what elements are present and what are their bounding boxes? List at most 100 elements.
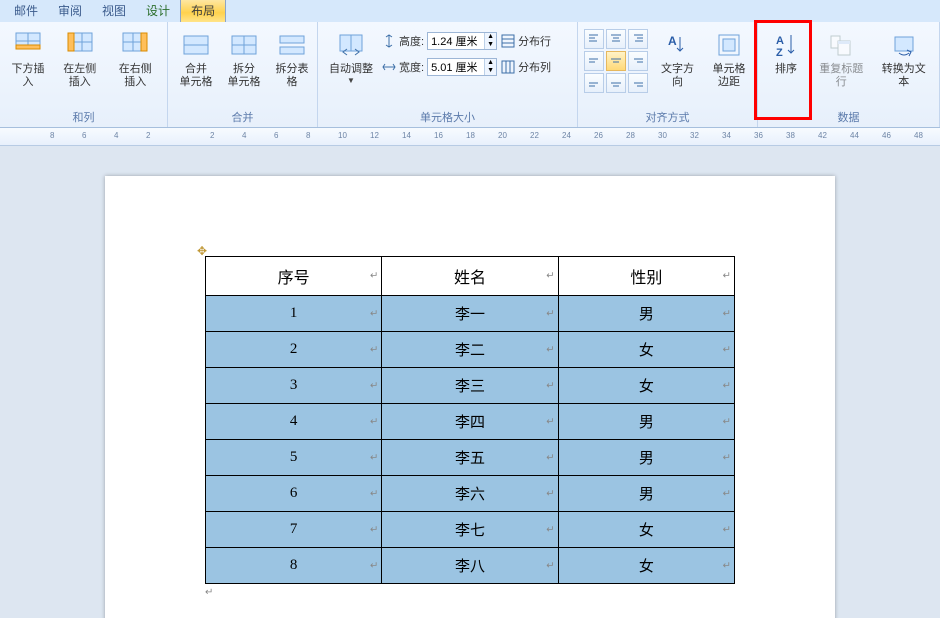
align-mid-right[interactable] — [628, 51, 648, 71]
table-cell[interactable]: 4↵ — [206, 404, 382, 440]
table-row[interactable]: 2↵李二↵女↵ — [206, 332, 735, 368]
height-value[interactable] — [428, 35, 484, 47]
table-row[interactable]: 3↵李三↵女↵ — [206, 368, 735, 404]
table-cell[interactable]: 李一↵ — [382, 296, 558, 332]
repeat-header-icon — [825, 29, 857, 61]
repeat-header-button[interactable]: 重复标题行 — [812, 26, 871, 92]
document-page[interactable]: ✥ 序号↵姓名↵性别↵ 1↵李一↵男↵2↵李二↵女↵3↵李三↵女↵4↵李四↵男↵… — [105, 176, 835, 618]
width-up[interactable]: ▲ — [484, 59, 496, 67]
insert-left-button[interactable]: 在左侧插入 — [54, 26, 106, 92]
height-up[interactable]: ▲ — [484, 33, 496, 41]
table-cell[interactable]: 男↵ — [558, 296, 734, 332]
split-table-icon — [276, 29, 308, 61]
autofit-label: 自动调整 — [329, 63, 373, 76]
align-bot-center[interactable] — [606, 73, 626, 93]
table-header-cell[interactable]: 姓名↵ — [382, 257, 558, 296]
merge-cells-button[interactable]: 合并 单元格 — [174, 26, 218, 92]
table-cell[interactable]: 李七↵ — [382, 512, 558, 548]
table-cell[interactable]: 男↵ — [558, 476, 734, 512]
table-cell[interactable]: 李二↵ — [382, 332, 558, 368]
table-row[interactable]: 1↵李一↵男↵ — [206, 296, 735, 332]
align-top-left[interactable] — [584, 29, 604, 49]
align-bot-right[interactable] — [628, 73, 648, 93]
distribute-rows-button[interactable]: 分布行 — [501, 30, 551, 52]
tab-layout[interactable]: 布局 — [180, 0, 226, 22]
table-cell[interactable]: 女↵ — [558, 548, 734, 584]
width-label: 宽度: — [399, 59, 424, 75]
group-alignment: A 文字方向 单元格 边距 对齐方式 — [578, 22, 758, 127]
split-table-label: 拆分表格 — [275, 63, 309, 89]
table-row[interactable]: 4↵李四↵男↵ — [206, 404, 735, 440]
insert-right-label: 在右侧插入 — [115, 63, 157, 89]
table-cell[interactable]: 李五↵ — [382, 440, 558, 476]
table-cell[interactable]: 6↵ — [206, 476, 382, 512]
table-cell[interactable]: 1↵ — [206, 296, 382, 332]
group-merge-label: 合并 — [174, 109, 311, 127]
split-cells-icon — [228, 29, 260, 61]
table-row[interactable]: 5↵李五↵男↵ — [206, 440, 735, 476]
table-cell[interactable]: 女↵ — [558, 368, 734, 404]
group-cellsize-label: 单元格大小 — [324, 109, 571, 127]
table-cell[interactable]: 3↵ — [206, 368, 382, 404]
table-cell[interactable]: 男↵ — [558, 440, 734, 476]
autofit-icon — [335, 29, 367, 61]
table-row[interactable]: 6↵李六↵男↵ — [206, 476, 735, 512]
split-cells-button[interactable]: 拆分 单元格 — [222, 26, 266, 92]
width-down[interactable]: ▼ — [484, 67, 496, 75]
table-row[interactable]: 7↵李七↵女↵ — [206, 512, 735, 548]
height-down[interactable]: ▼ — [484, 41, 496, 49]
table-cell[interactable]: 男↵ — [558, 404, 734, 440]
align-top-right[interactable] — [628, 29, 648, 49]
table-cell[interactable]: 女↵ — [558, 332, 734, 368]
height-input[interactable]: ▲▼ — [427, 32, 497, 50]
text-direction-button[interactable]: A 文字方向 — [652, 26, 703, 92]
table-cell[interactable]: 李三↵ — [382, 368, 558, 404]
tab-view[interactable]: 视图 — [92, 0, 136, 22]
table-cell[interactable]: 李四↵ — [382, 404, 558, 440]
table-cell[interactable]: 女↵ — [558, 512, 734, 548]
sort-label: 排序 — [775, 63, 797, 76]
insert-right-icon — [119, 29, 151, 61]
width-input[interactable]: ▲▼ — [427, 58, 497, 76]
align-mid-left[interactable] — [584, 51, 604, 71]
height-label: 高度: — [399, 33, 424, 49]
tab-design[interactable]: 设计 — [136, 0, 180, 22]
insert-right-button[interactable]: 在右侧插入 — [110, 26, 162, 92]
table-row[interactable]: 8↵李八↵女↵ — [206, 548, 735, 584]
distribute-cols-button[interactable]: 分布列 — [501, 56, 551, 78]
table-cell[interactable]: 7↵ — [206, 512, 382, 548]
tab-mail[interactable]: 邮件 — [4, 0, 48, 22]
merge-cells-icon — [180, 29, 212, 61]
align-top-center[interactable] — [606, 29, 626, 49]
width-value[interactable] — [428, 61, 484, 73]
table-header-cell[interactable]: 性别↵ — [558, 257, 734, 296]
table-cell[interactable]: 李六↵ — [382, 476, 558, 512]
table-header-cell[interactable]: 序号↵ — [206, 257, 382, 296]
table-cell[interactable]: 2↵ — [206, 332, 382, 368]
group-rows-cols: 下方插入 在左侧插入 在右侧插入 和列 — [0, 22, 168, 127]
svg-text:A: A — [668, 34, 677, 48]
autofit-button[interactable]: 自动调整 ▼ — [324, 26, 378, 88]
cell-margins-button[interactable]: 单元格 边距 — [707, 26, 751, 92]
group-rows-cols-label: 和列 — [6, 109, 161, 127]
split-table-button[interactable]: 拆分表格 — [270, 26, 314, 92]
align-mid-center[interactable] — [606, 51, 626, 71]
insert-below-button[interactable]: 下方插入 — [6, 26, 50, 92]
document-table[interactable]: 序号↵姓名↵性别↵ 1↵李一↵男↵2↵李二↵女↵3↵李三↵女↵4↵李四↵男↵5↵… — [205, 256, 735, 584]
distribute-cols-icon — [501, 60, 515, 74]
table-cell[interactable]: 李八↵ — [382, 548, 558, 584]
ribbon-tabstrip: 邮件 审阅 视图 设计 布局 — [0, 0, 940, 22]
group-merge: 合并 单元格 拆分 单元格 拆分表格 合并 — [168, 22, 318, 127]
text-direction-icon: A — [662, 29, 694, 61]
group-cellsize: 自动调整 ▼ 高度: ▲▼ 宽度: ▲▼ 分布行 分布列 单元格大小 — [318, 22, 578, 127]
ribbon: 下方插入 在左侧插入 在右侧插入 和列 合并 单元格 — [0, 22, 940, 128]
horizontal-ruler[interactable]: 8642246810121416182022242628303234363842… — [0, 128, 940, 146]
sort-button[interactable]: AZ 排序 — [764, 26, 808, 79]
convert-text-button[interactable]: 转换为文本 — [875, 26, 934, 92]
group-alignment-label: 对齐方式 — [584, 109, 751, 127]
tab-review[interactable]: 审阅 — [48, 0, 92, 22]
align-bot-left[interactable] — [584, 73, 604, 93]
merge-cells-label: 合并 单元格 — [180, 63, 213, 89]
table-cell[interactable]: 5↵ — [206, 440, 382, 476]
table-cell[interactable]: 8↵ — [206, 548, 382, 584]
